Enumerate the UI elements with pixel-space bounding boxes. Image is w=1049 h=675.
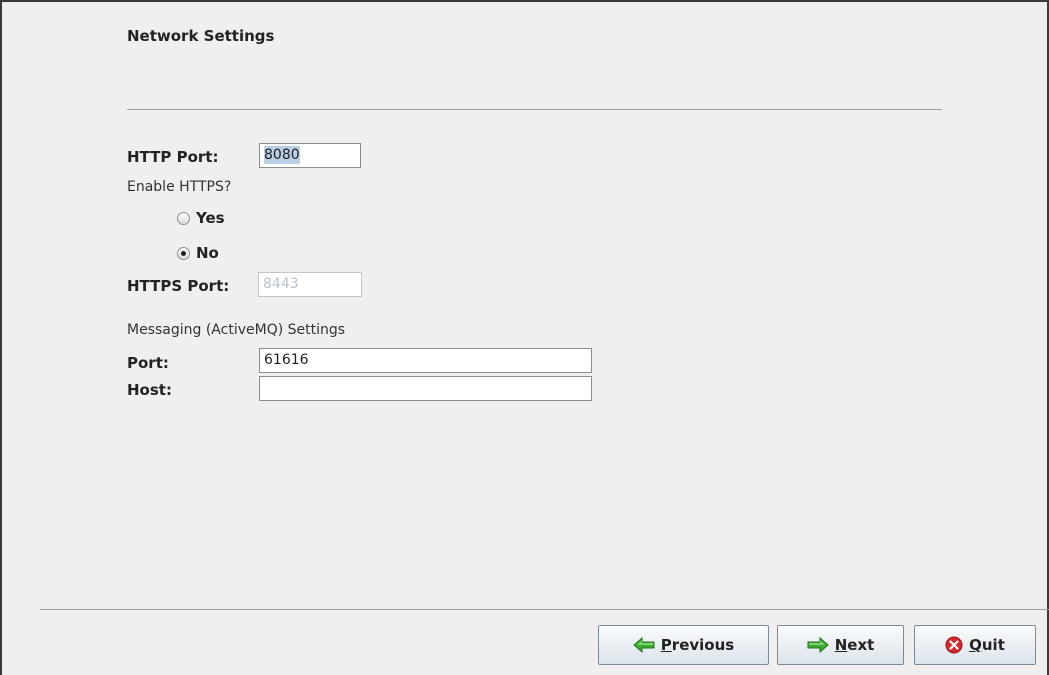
- https-yes-label: Yes: [196, 209, 225, 227]
- messaging-port-value: 61616: [264, 352, 309, 368]
- next-button[interactable]: Next: [777, 625, 904, 665]
- https-no-label: No: [196, 244, 219, 262]
- radio-unchecked-icon: [177, 211, 190, 225]
- messaging-port-label: Port:: [127, 354, 169, 372]
- previous-button[interactable]: Previous: [598, 625, 769, 665]
- https-port-field: 8443: [258, 272, 362, 297]
- arrow-right-icon: [807, 637, 829, 653]
- https-port-label: HTTPS Port:: [127, 277, 230, 295]
- next-button-label: Next: [834, 636, 875, 654]
- quit-button[interactable]: Quit: [914, 625, 1036, 665]
- quit-button-label: Quit: [969, 636, 1005, 654]
- http-port-label: HTTP Port:: [127, 148, 219, 166]
- installer-window: Network Settings HTTP Port: 8080 Enable …: [0, 0, 1049, 675]
- previous-button-label: Previous: [660, 636, 735, 654]
- enable-https-label: Enable HTTPS?: [127, 179, 232, 195]
- footer-separator: [40, 609, 1049, 610]
- arrow-left-icon: [633, 637, 655, 653]
- title-separator: [127, 109, 942, 110]
- https-yes-radio[interactable]: Yes: [177, 209, 225, 227]
- page-title: Network Settings: [127, 27, 275, 45]
- radio-checked-icon: [177, 246, 190, 260]
- messaging-host-label: Host:: [127, 381, 172, 399]
- messaging-host-field[interactable]: [259, 376, 592, 401]
- messaging-heading: Messaging (ActiveMQ) Settings: [127, 322, 346, 338]
- messaging-port-field[interactable]: 61616: [259, 348, 592, 373]
- https-no-radio[interactable]: No: [177, 244, 219, 262]
- http-port-value: 8080: [264, 146, 300, 164]
- close-circle-icon: [945, 636, 963, 654]
- https-port-value: 8443: [263, 276, 299, 292]
- http-port-field[interactable]: 8080: [259, 143, 361, 168]
